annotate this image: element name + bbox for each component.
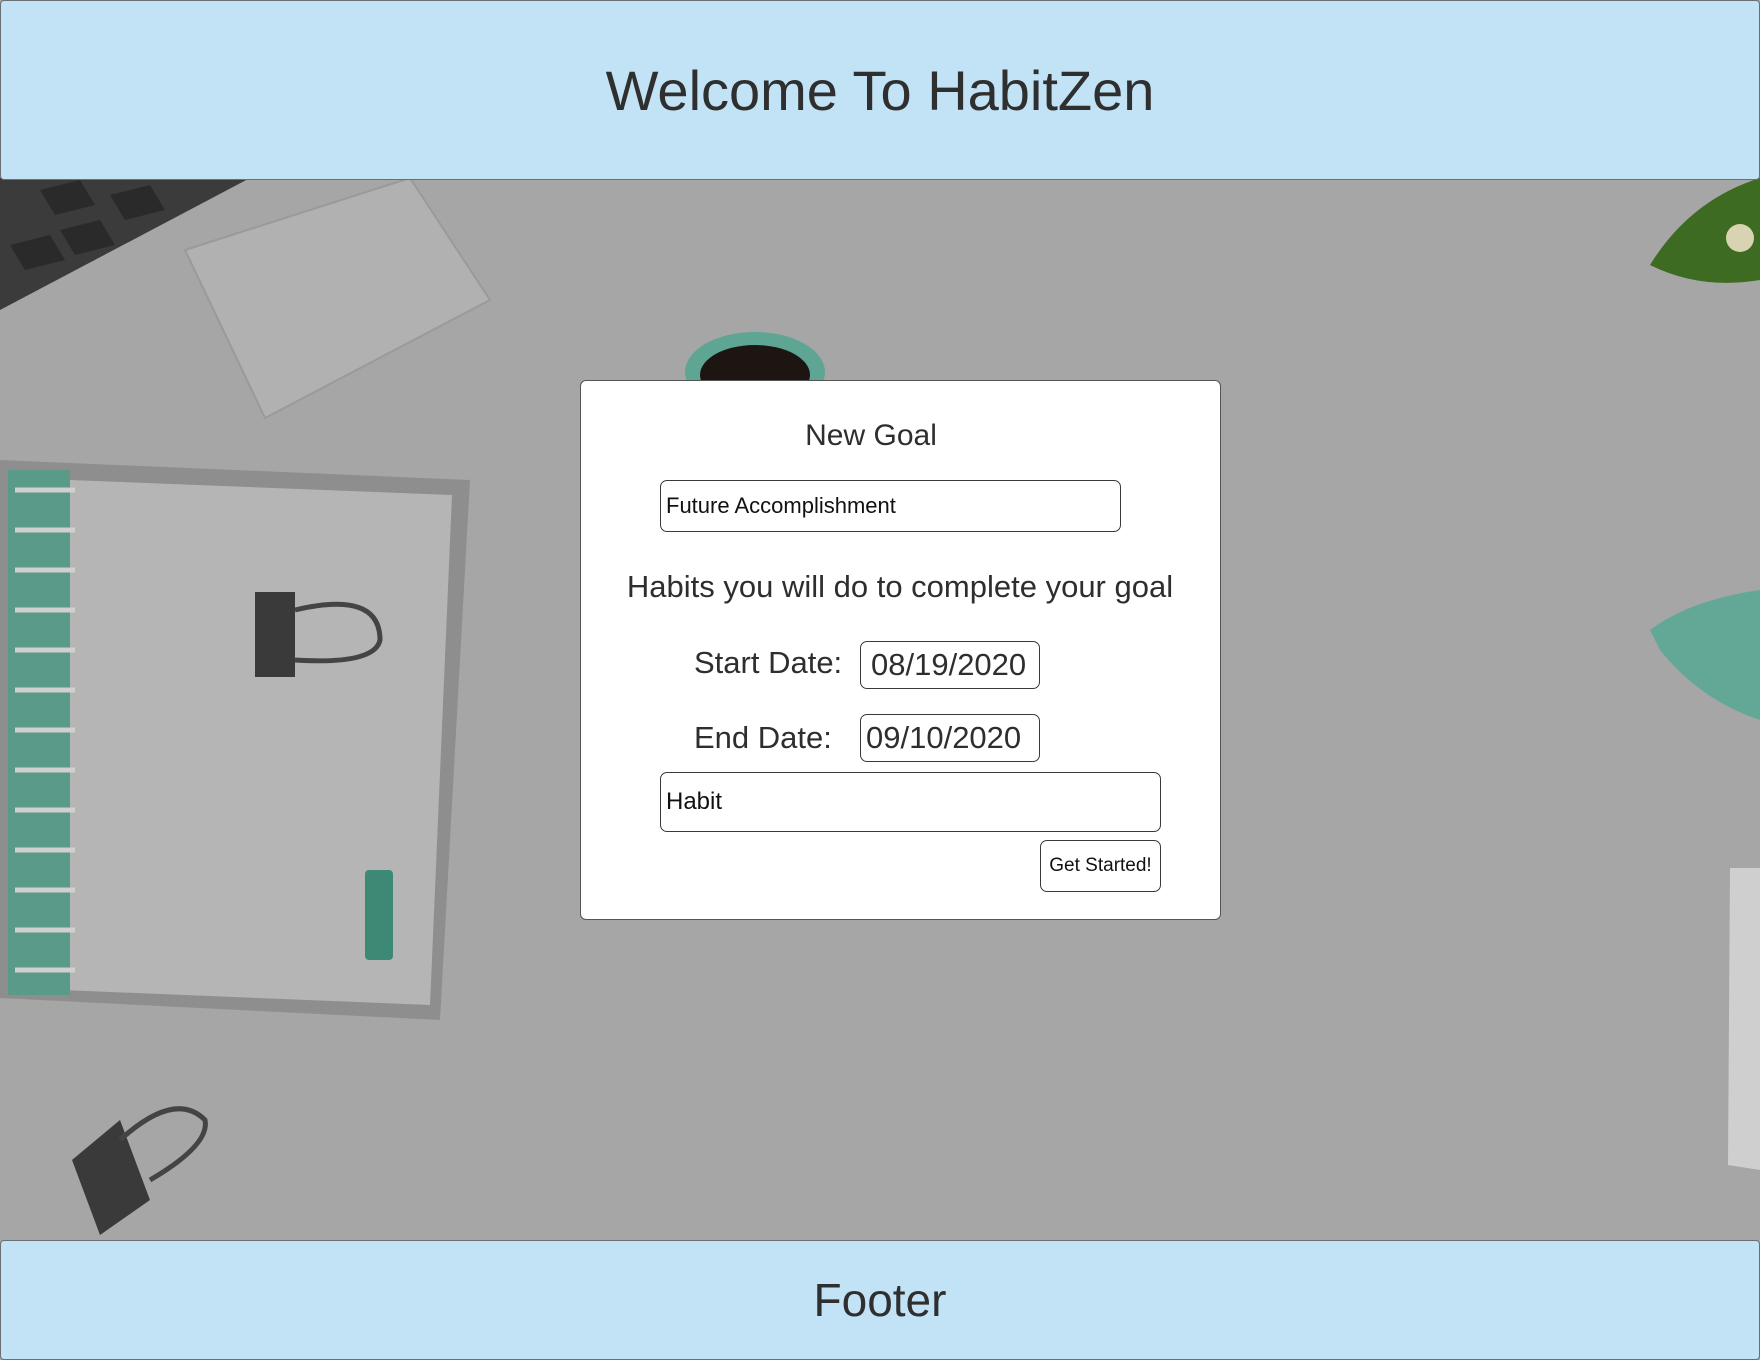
page: Welcome To HabitZen New Goal Future Acco… — [0, 0, 1760, 1360]
habits-heading: Habits you will do to complete your goal — [626, 569, 1174, 604]
notebook-image — [0, 460, 470, 1020]
page-title: Welcome To HabitZen — [605, 58, 1155, 122]
goal-input[interactable]: Future Accomplishment — [660, 480, 1121, 532]
card-title: New Goal — [805, 419, 937, 452]
footer-text: Footer — [813, 1274, 947, 1326]
start-date-label: Start Date: — [694, 645, 843, 680]
paper-image — [1728, 868, 1760, 1170]
new-goal-card: New Goal Future Accomplishment Habits yo… — [580, 380, 1221, 920]
header-bar: Welcome To HabitZen — [0, 0, 1760, 180]
get-started-button[interactable]: Get Started! — [1040, 840, 1161, 892]
end-date-label: End Date: — [694, 720, 832, 755]
start-date-input[interactable]: 08/19/2020 — [860, 641, 1040, 689]
habit-input[interactable]: Habit — [660, 772, 1161, 832]
footer-bar: Footer — [0, 1240, 1760, 1360]
end-date-input[interactable]: 09/10/2020 — [860, 714, 1040, 762]
